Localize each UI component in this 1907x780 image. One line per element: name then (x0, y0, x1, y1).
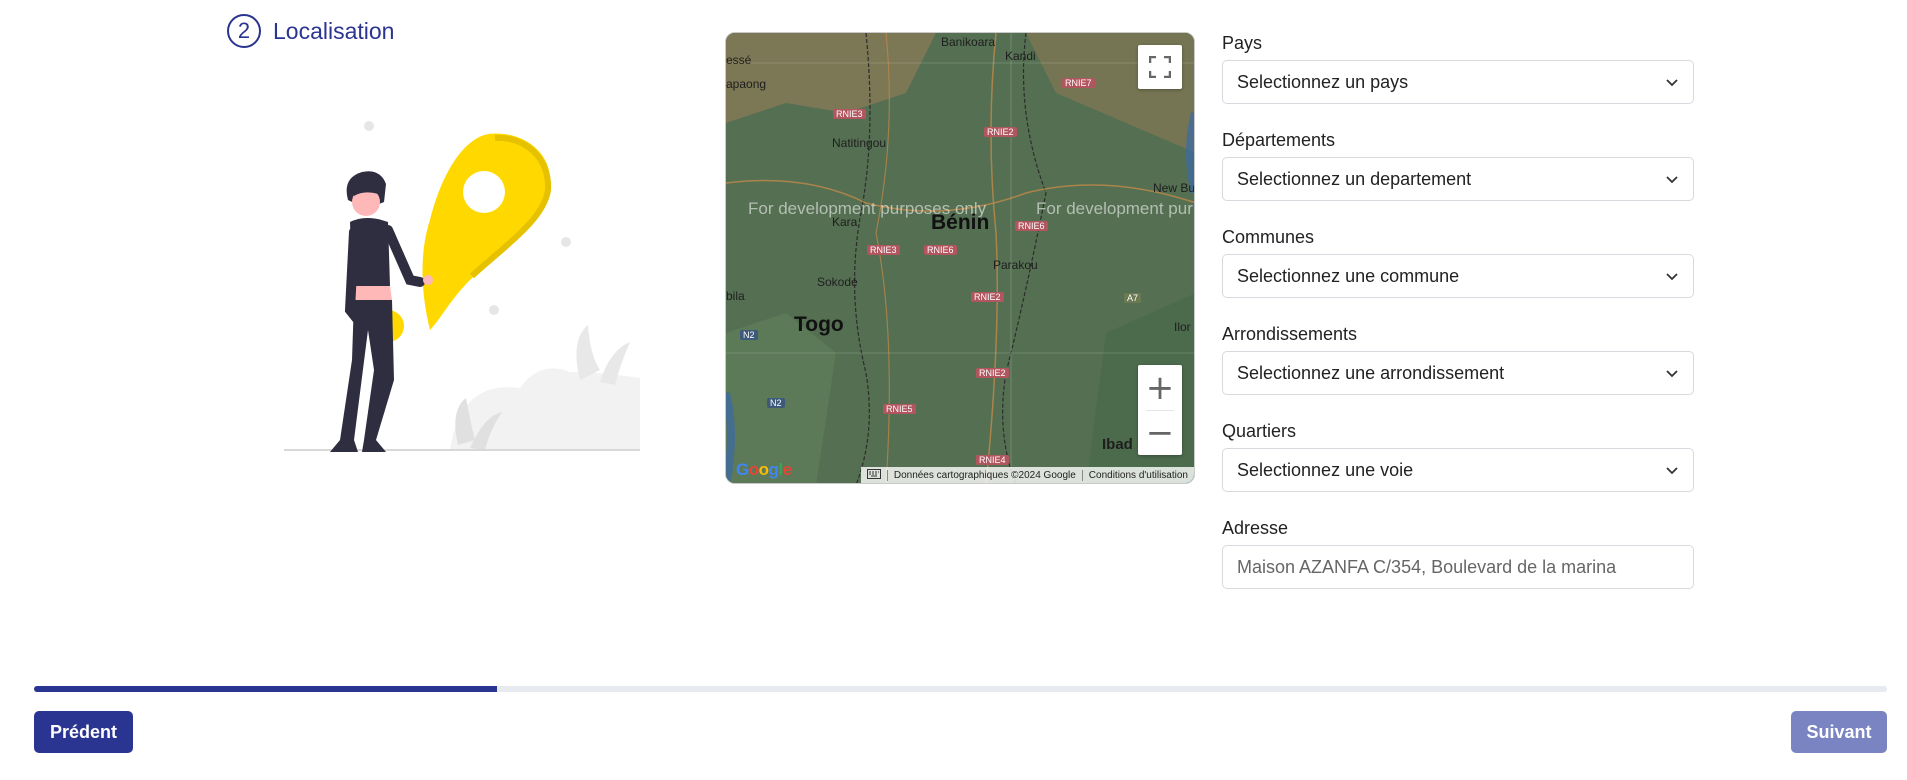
map-place: essé (726, 53, 752, 67)
map-road: RNIE5 (883, 404, 916, 414)
map-attribution: Données cartographiques ©2024 Google Con… (860, 467, 1194, 483)
fullscreen-icon (1149, 56, 1171, 78)
communes-value: Selectionnez une commune (1237, 265, 1460, 286)
map-road: RNIE3 (867, 245, 900, 255)
map-road: RNIE2 (971, 292, 1004, 302)
quartiers-select[interactable]: Selectionnez une voie (1222, 448, 1694, 492)
map-road: RNIE6 (1015, 221, 1048, 231)
step-title: Localisation (273, 17, 395, 44)
field-quartiers: Quartiers Selectionnez une voie (1222, 418, 1694, 515)
pays-select[interactable]: Selectionnez un pays (1222, 60, 1694, 104)
chevron-down-icon (1666, 273, 1678, 281)
map[interactable]: Banikoara Kandi Natitingou Kara Bénin Pa… (725, 32, 1195, 484)
map-data-credit: Données cartographiques ©2024 Google (886, 469, 1082, 481)
map-road: A7 (1124, 293, 1142, 303)
map-road: RNIE4 (976, 455, 1009, 465)
progress-fill (34, 686, 498, 692)
location-illustration (284, 121, 640, 452)
zoom-out-button[interactable]: − (1138, 410, 1182, 455)
chevron-down-icon (1666, 467, 1678, 475)
arrondissements-select[interactable]: Selectionnez une arrondissement (1222, 351, 1694, 395)
quartiers-label: Quartiers (1222, 421, 1297, 441)
map-place: apaong (726, 77, 767, 91)
map-place: bila (726, 289, 745, 303)
field-pays: Pays Selectionnez un pays (1222, 30, 1694, 127)
map-place: Kandi (1005, 49, 1036, 63)
pays-value: Selectionnez un pays (1237, 71, 1409, 92)
map-place: New Bu (1153, 181, 1195, 195)
field-adresse: Adresse Maison AZANFA C/354, Boulevard d… (1222, 515, 1694, 612)
map-road: RNIE7 (1062, 78, 1095, 88)
map-place: Banikoara (941, 35, 996, 49)
adresse-input[interactable]: Maison AZANFA C/354, Boulevard de la mar… (1222, 545, 1694, 589)
pays-label: Pays (1222, 33, 1263, 53)
zoom-in-button[interactable]: + (1138, 365, 1182, 410)
google-logo: Google (736, 460, 792, 479)
map-place: Ilor (1174, 320, 1191, 334)
map-road: RNIE2 (984, 127, 1017, 137)
field-arrondissements: Arrondissements Selectionnez une arrondi… (1222, 321, 1694, 418)
page: 2 Localisation Banikoara Kandi Natitingo… (0, 0, 1907, 780)
map-watermark: For development pur (1036, 199, 1193, 218)
map-place: Parakou (993, 258, 1038, 272)
map-road: RNIE2 (976, 368, 1009, 378)
communes-select[interactable]: Selectionnez une commune (1222, 254, 1694, 298)
arrondissements-label: Arrondissements (1222, 324, 1358, 344)
location-form: Pays Selectionnez un pays Départements S… (1222, 30, 1694, 612)
field-communes: Communes Selectionnez une commune (1222, 224, 1694, 321)
communes-label: Communes (1222, 227, 1315, 247)
arrondissements-value: Selectionnez une arrondissement (1237, 362, 1505, 383)
map-watermark: For development purposes only (748, 199, 987, 218)
chevron-down-icon (1666, 370, 1678, 378)
progress-bar (34, 686, 1887, 692)
keyboard-icon[interactable] (861, 468, 887, 482)
chevron-down-icon (1666, 79, 1678, 87)
adresse-label: Adresse (1222, 518, 1289, 538)
map-place: Natitingou (832, 136, 887, 150)
map-place: Ibad (1102, 436, 1133, 453)
field-departements: Départements Selectionnez un departement (1222, 127, 1694, 224)
map-road: N2 (740, 330, 758, 340)
fullscreen-button[interactable] (1138, 45, 1182, 89)
chevron-down-icon (1666, 176, 1678, 184)
next-button[interactable]: Suivant (1791, 711, 1887, 753)
step-header: 2 Localisation (227, 14, 394, 48)
terms-link[interactable]: Conditions d'utilisation (1081, 469, 1194, 481)
map-road: RNIE3 (833, 109, 866, 119)
zoom-divider (1146, 410, 1174, 411)
map-place: Togo (794, 313, 844, 336)
map-road: RNIE6 (924, 245, 957, 255)
quartiers-value: Selectionnez une voie (1237, 459, 1414, 480)
departements-select[interactable]: Selectionnez un departement (1222, 157, 1694, 201)
map-terrain (726, 33, 1194, 483)
map-road: N2 (767, 398, 785, 408)
map-place: Sokodé (817, 275, 858, 289)
zoom-control: + − (1138, 365, 1182, 455)
step-number: 2 (227, 14, 261, 48)
departements-label: Départements (1222, 130, 1336, 150)
previous-button[interactable]: Prédent (34, 711, 133, 753)
departements-value: Selectionnez un departement (1237, 168, 1472, 189)
